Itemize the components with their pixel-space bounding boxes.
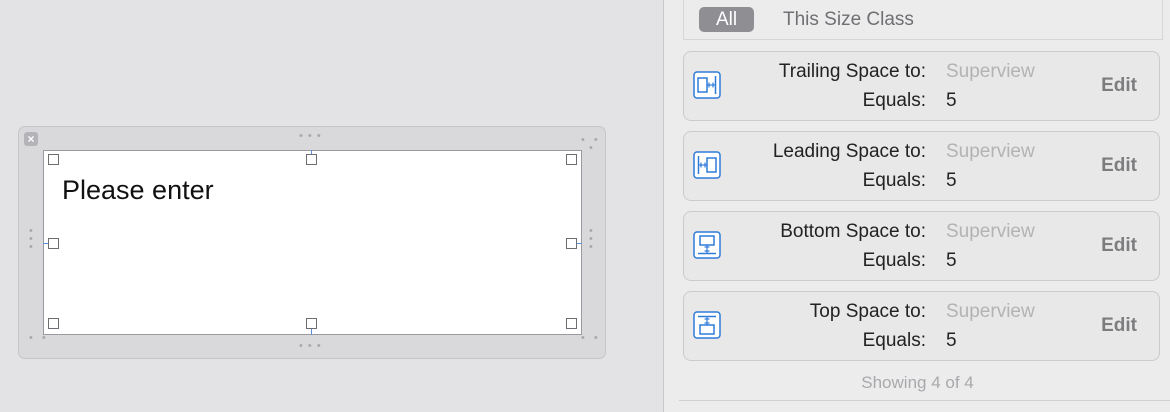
- resize-handle-left[interactable]: [48, 238, 59, 249]
- resize-grip-top-icon[interactable]: • • •: [299, 131, 322, 142]
- leading-space-icon: [693, 151, 721, 179]
- constraint-equals-label: Equals:: [862, 170, 926, 191]
- bottom-space-icon: [693, 231, 721, 259]
- storyboard-canvas: × • • • • • • • • • • • • • • • • • • • Plea…: [0, 0, 663, 412]
- edit-button[interactable]: Edit: [1101, 75, 1137, 97]
- constraint-equals-label: Equals:: [862, 330, 926, 351]
- showing-count: Showing 4 of 4: [861, 373, 974, 392]
- close-icon[interactable]: ×: [24, 132, 38, 146]
- resize-grip-bottom-left-icon[interactable]: • •: [29, 333, 49, 344]
- resize-handle-bottom-right[interactable]: [566, 318, 577, 329]
- size-class-filter: All This Size Class: [683, 0, 1163, 40]
- constraint-label: Trailing Space to:: [778, 61, 926, 82]
- resize-grip-bottom-icon[interactable]: • • •: [299, 341, 322, 352]
- constraint-target: Superview: [946, 221, 1035, 242]
- filter-size-class-button[interactable]: This Size Class: [783, 7, 914, 32]
- edit-button[interactable]: Edit: [1101, 155, 1137, 177]
- divider: [679, 400, 1170, 401]
- constraint-value: 5: [946, 330, 957, 351]
- resize-grip-left-icon[interactable]: • • •: [29, 226, 35, 253]
- constraint-bottom-space[interactable]: Bottom Space to: Superview Equals: 5 Edi…: [683, 211, 1160, 281]
- constraint-value: 5: [946, 250, 957, 271]
- trailing-space-icon: [693, 71, 721, 99]
- size-inspector: All This Size Class Trailing Space to: S…: [663, 0, 1170, 412]
- constraint-leading-space[interactable]: Leading Space to: Superview Equals: 5 Ed…: [683, 131, 1160, 201]
- edit-button[interactable]: Edit: [1101, 315, 1137, 337]
- edit-button[interactable]: Edit: [1101, 235, 1137, 257]
- filter-all-button[interactable]: All: [699, 7, 754, 32]
- constraint-label: Bottom Space to:: [780, 221, 926, 242]
- text-field[interactable]: Please enter: [43, 150, 582, 335]
- top-space-icon: [693, 311, 721, 339]
- constraint-label: Leading Space to:: [772, 141, 926, 162]
- resize-handle-bottom[interactable]: [306, 318, 317, 329]
- constraint-trailing-space[interactable]: Trailing Space to: Superview Equals: 5 E…: [683, 51, 1160, 121]
- resize-grip-bottom-right-icon[interactable]: • •: [581, 333, 601, 344]
- constraint-value: 5: [946, 90, 957, 111]
- resize-grip-corner-icon[interactable]: •: [589, 143, 594, 154]
- constraint-value: 5: [946, 170, 957, 191]
- resize-handle-bottom-left[interactable]: [48, 318, 59, 329]
- constraint-label: Top Space to:: [809, 301, 926, 322]
- constraint-target: Superview: [946, 61, 1035, 82]
- resize-grip-right-icon[interactable]: • • •: [589, 226, 595, 253]
- resize-handle-right[interactable]: [566, 238, 577, 249]
- resize-handle-top[interactable]: [306, 154, 317, 165]
- resize-handle-top-right[interactable]: [566, 154, 577, 165]
- constraint-target: Superview: [946, 301, 1035, 322]
- resize-handle-top-left[interactable]: [48, 154, 59, 165]
- constraint-top-space[interactable]: Top Space to: Superview Equals: 5 Edit: [683, 291, 1160, 361]
- constraint-target: Superview: [946, 141, 1035, 162]
- constraint-equals-label: Equals:: [862, 90, 926, 111]
- text-field-value: Please enter: [62, 175, 214, 205]
- constraint-equals-label: Equals:: [862, 250, 926, 271]
